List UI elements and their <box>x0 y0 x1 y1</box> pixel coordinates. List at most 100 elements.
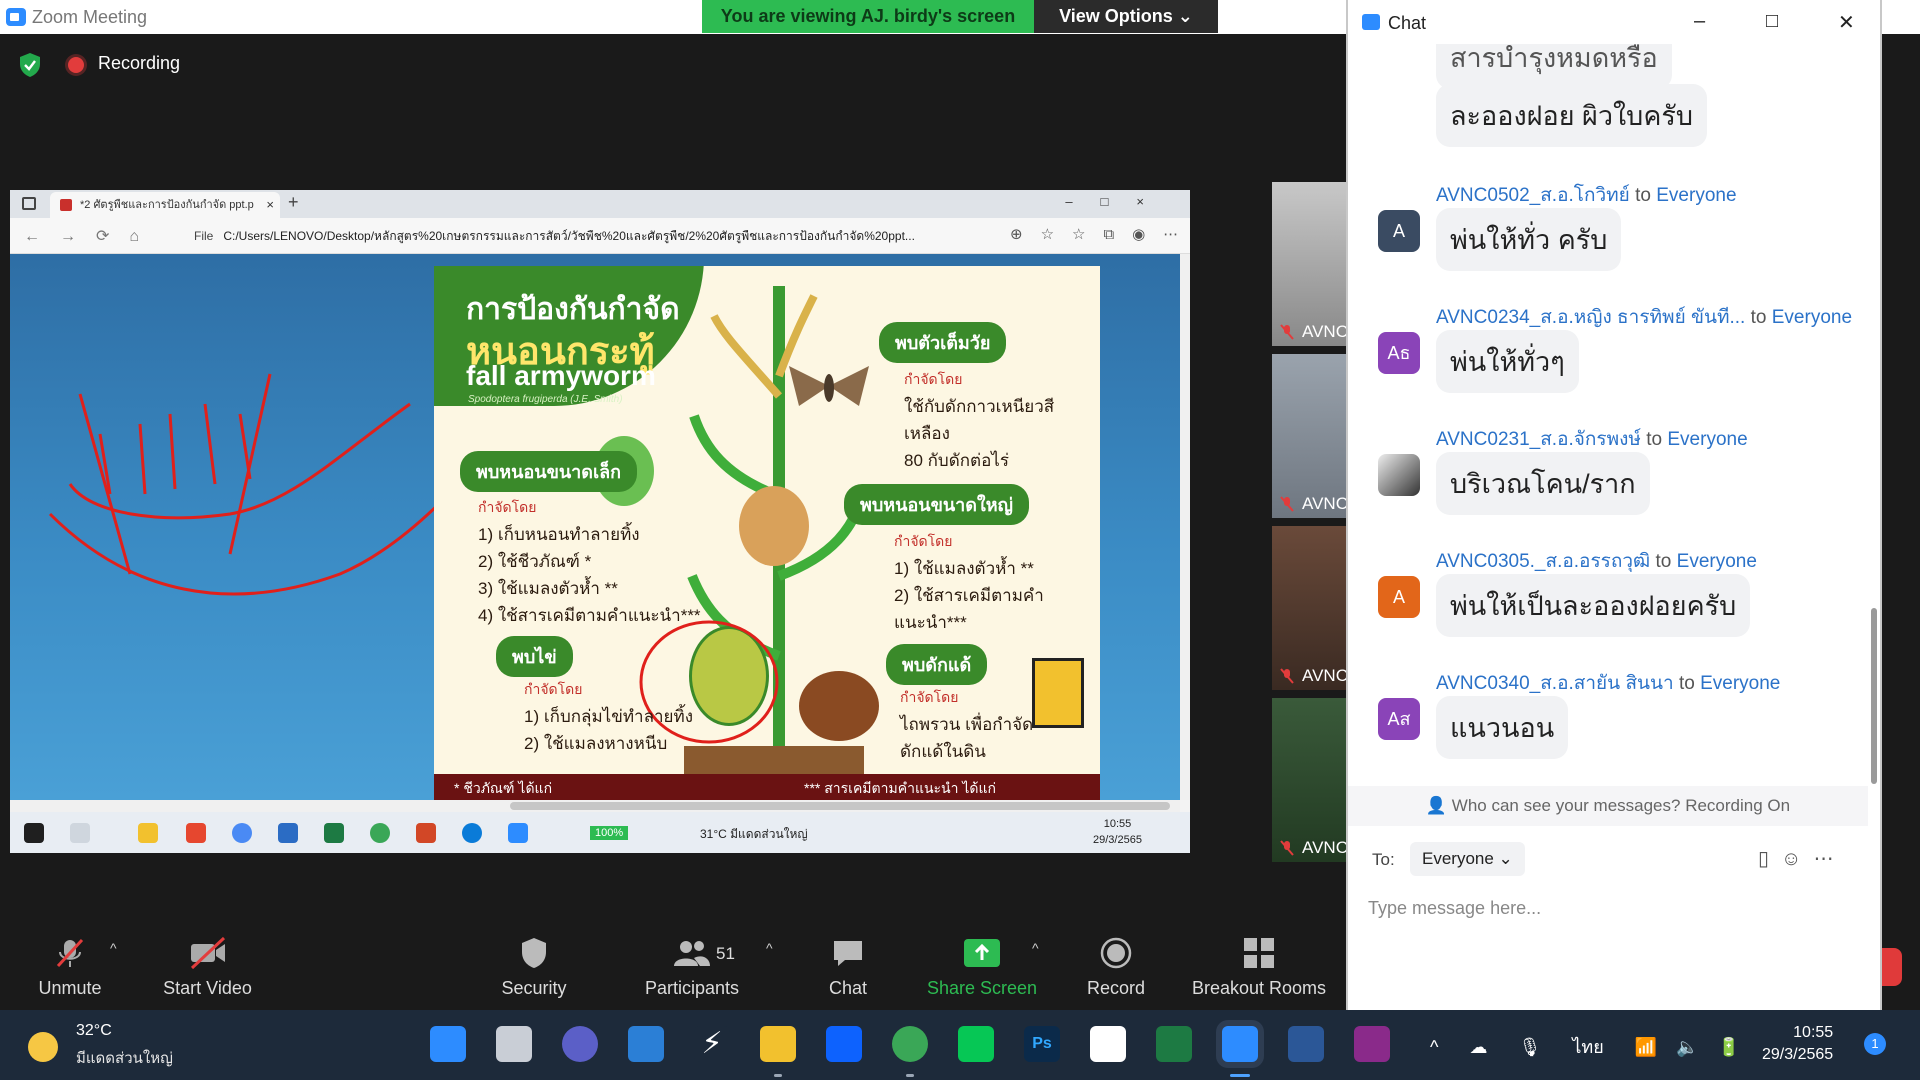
chrome-icon[interactable] <box>892 1026 928 1062</box>
zoom-chat-logo-icon <box>1362 14 1380 30</box>
record-button[interactable]: Record <box>1076 914 1156 1010</box>
emoji-icon[interactable]: ☺ <box>1781 848 1813 870</box>
line-icon[interactable] <box>958 1026 994 1062</box>
maximize-icon[interactable]: □ <box>1766 10 1778 33</box>
chrome-alt-icon[interactable] <box>370 823 390 843</box>
recipient-name[interactable]: Everyone <box>1700 673 1780 694</box>
url-field[interactable]: File C:/Users/LENOVO/Desktop/หลักสูตร%20เ… <box>194 225 964 247</box>
participant-thumbnail[interactable]: AVNC <box>1272 698 1352 862</box>
record-label: Record <box>1086 978 1146 998</box>
picasa-icon[interactable] <box>1090 1026 1126 1062</box>
new-tab-icon[interactable]: + <box>288 192 299 213</box>
chat-scrollbar-thumb[interactable] <box>1871 608 1877 784</box>
zoom-taskbar-icon[interactable] <box>1222 1026 1258 1062</box>
tab-actions-icon[interactable] <box>22 197 36 210</box>
recipient-name[interactable]: Everyone <box>1772 307 1852 328</box>
minimize-icon[interactable]: – <box>1694 10 1705 33</box>
input-language[interactable]: ไทย <box>1572 1037 1603 1057</box>
sender-name[interactable]: AVNC0231_ส.อ.จักรพงษ์ <box>1436 429 1641 450</box>
recipient-name[interactable]: Everyone <box>1656 185 1736 206</box>
chat-message-input[interactable] <box>1368 888 1858 928</box>
sender-name[interactable]: AVNC0234_ส.อ.หญิง ธารทิพย์ ขันที... <box>1436 307 1745 328</box>
chat-button[interactable]: Chat <box>818 914 878 1010</box>
sender-name[interactable]: AVNC0340_ส.อ.สายัน สินนา <box>1436 673 1674 694</box>
dropbox-icon[interactable] <box>826 1026 862 1062</box>
start-icon[interactable] <box>24 823 44 843</box>
message-sender: AVNC0234_ส.อ.หญิง ธารทิพย์ ขันที... to E… <box>1436 302 1852 332</box>
chat-scrollbar[interactable] <box>1868 20 1880 786</box>
browser-nav-icons[interactable]: ←→⟳⌂ <box>24 226 159 246</box>
scrollbar-thumb[interactable] <box>510 802 1170 810</box>
adult-method-head: กำจัดโดย <box>904 371 963 387</box>
recipient-name[interactable]: Everyone <box>1677 551 1757 572</box>
message-sender: AVNC0502_ส.อ.โกวิทย์ to Everyone <box>1436 180 1737 210</box>
excel-icon[interactable] <box>324 823 344 843</box>
chrome-icon[interactable] <box>232 823 252 843</box>
photoshop-icon[interactable]: Ps <box>1024 1026 1060 1062</box>
file-explorer-icon[interactable] <box>138 823 158 843</box>
onedrive-icon[interactable]: ☁ <box>1469 1037 1487 1057</box>
browser-window-controls[interactable]: –□× <box>1065 194 1172 209</box>
tray-chevron-icon[interactable]: ^ <box>1430 1037 1438 1057</box>
large-larva-method: กำจัดโดย 1) ใช้แมลงตัวห้ำ ** 2) ใช้สารเค… <box>894 528 1100 636</box>
more-icon[interactable]: ⋯ <box>1813 848 1845 870</box>
chat-privacy-notice[interactable]: 👤 Who can see your messages? Recording O… <box>1348 786 1868 826</box>
recipient-select[interactable]: Everyone ⌄ <box>1410 842 1525 876</box>
chat-title: Chat <box>1388 13 1427 33</box>
participant-thumbnail[interactable]: AVNC <box>1272 182 1352 346</box>
share-screen-button[interactable]: Share Screen <box>922 914 1042 1010</box>
participant-name: AVNC <box>1302 838 1348 857</box>
microphone-icon[interactable]: 🎙 <box>1518 1037 1541 1057</box>
pdf-vertical-scrollbar[interactable] <box>1180 254 1190 800</box>
task-view-icon[interactable] <box>496 1026 532 1062</box>
mail-icon[interactable] <box>278 823 298 843</box>
browser-toolbar-icons[interactable]: ⊕☆☆⧉◉⋯ <box>1010 225 1190 243</box>
zoom-app-icon[interactable] <box>508 823 528 843</box>
start-video-button[interactable]: Start Video <box>150 914 265 1010</box>
close-tab-icon[interactable]: × <box>266 192 274 218</box>
chat-message-list[interactable]: สารบำรุงหมดหรือ ละอองฝอย ผิวใบครับ A AVN… <box>1348 44 1868 786</box>
share-options-chevron-icon[interactable]: ^ <box>1032 940 1039 956</box>
taskbar-weather[interactable]: มีแดดส่วนใหญ่ <box>76 1046 173 1070</box>
view-options-button[interactable]: View Options ⌄ <box>1034 0 1218 33</box>
inner-clock: 10:55 29/3/2565 <box>1093 816 1142 848</box>
participant-thumbnail[interactable]: AVNC <box>1272 526 1352 690</box>
to-word: to <box>1678 673 1695 694</box>
edge-icon[interactable] <box>462 823 482 843</box>
pupa-line-1: ไถพรวน เพื่อกำจัด <box>900 715 1034 734</box>
security-button[interactable]: Security <box>490 914 578 1010</box>
sender-name[interactable]: AVNC0305._ส.อ.อรรถวุฒิ <box>1436 551 1650 572</box>
pdf-app-icon[interactable] <box>1354 1026 1390 1062</box>
file-icon[interactable]: ▯ <box>1758 848 1781 870</box>
breakout-rooms-button[interactable]: Breakout Rooms <box>1186 914 1332 1010</box>
browser-tab[interactable]: *2 ศัตรูพืชและการป้องกันกำจัด ppt.p × <box>50 192 280 218</box>
file-explorer-icon[interactable] <box>760 1026 796 1062</box>
participants-options-chevron-icon[interactable]: ^ <box>766 940 773 956</box>
close-icon[interactable]: ✕ <box>1838 10 1855 35</box>
shield-icon[interactable] <box>18 52 42 78</box>
taskbar-temperature[interactable]: 32°C <box>76 1022 112 1040</box>
weather-sun-icon[interactable] <box>28 1032 58 1062</box>
taskbar-clock[interactable]: 10:55 29/3/2565 <box>1762 1022 1833 1066</box>
wifi-icon[interactable]: 📶 <box>1635 1037 1657 1057</box>
notification-badge[interactable]: 1 <box>1864 1033 1886 1055</box>
teams-chat-icon[interactable] <box>562 1026 598 1062</box>
chat-message-bubble: พ่นให้เป็นละอองฝอยครับ <box>1436 574 1751 637</box>
participant-thumbnail[interactable]: AVNC <box>1272 354 1352 518</box>
powerpoint-icon[interactable] <box>416 823 436 843</box>
battery-icon[interactable]: 🔋 <box>1718 1037 1740 1057</box>
word-icon[interactable] <box>1288 1026 1324 1062</box>
office-icon[interactable] <box>186 823 206 843</box>
message-sender: AVNC0305._ส.อ.อรรถวุฒิ to Everyone <box>1436 546 1757 576</box>
audio-options-chevron-icon[interactable]: ^ <box>110 940 117 956</box>
sender-name[interactable]: AVNC0502_ส.อ.โกวิทย์ <box>1436 185 1630 206</box>
bolt-app-icon[interactable]: ⚡ <box>694 1026 730 1062</box>
recipient-name[interactable]: Everyone <box>1667 429 1747 450</box>
windows-start-icon[interactable] <box>430 1026 466 1062</box>
excel-icon[interactable] <box>1156 1026 1192 1062</box>
unmute-button[interactable]: Unmute <box>20 914 120 1010</box>
pdf-horizontal-scrollbar[interactable] <box>10 800 1180 812</box>
volume-icon[interactable]: 🔈 <box>1676 1037 1698 1057</box>
search-icon[interactable] <box>70 823 90 843</box>
mail-icon[interactable] <box>628 1026 664 1062</box>
